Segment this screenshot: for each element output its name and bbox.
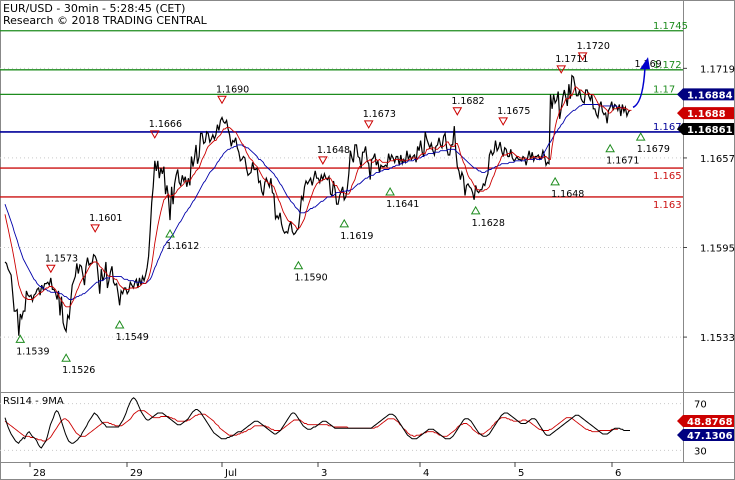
pivot-label: 1.1539 xyxy=(16,346,49,357)
pivot-label: 1.1641 xyxy=(386,199,419,210)
resistance-marker xyxy=(363,120,374,129)
pivot-label: 1.1666 xyxy=(149,119,182,130)
pivot-label: 1.1673 xyxy=(363,109,396,120)
support-marker xyxy=(165,228,175,238)
support-marker xyxy=(114,319,125,329)
price-badge-label: 1.1688 xyxy=(687,109,726,120)
level-label: 1.163 xyxy=(653,200,682,211)
resistance-marker xyxy=(90,224,101,233)
resistance-marker xyxy=(452,107,463,116)
rsi-tick-label: 30 xyxy=(694,446,707,457)
pivot-label: 1.1573 xyxy=(45,253,78,264)
pivot-label: 1.1526 xyxy=(62,365,95,376)
pivot-label: 1.1619 xyxy=(340,231,373,242)
rsi-badge-label: 47.1306 xyxy=(687,431,733,442)
level-label: 1.165 xyxy=(653,171,682,182)
pivot-label: 1.1711 xyxy=(555,54,588,65)
y-tick-label: 1.1657 xyxy=(700,154,735,165)
rsi-series xyxy=(4,397,630,449)
support-marker xyxy=(635,132,646,141)
rsi-tick-label: 70 xyxy=(694,400,707,411)
level-label: 1.1745 xyxy=(653,21,688,32)
pivot-label: 1.1679 xyxy=(637,144,670,155)
pivot-label: 1.1675 xyxy=(497,106,530,117)
price-series xyxy=(4,74,631,336)
price-badge-label: 1.16861 xyxy=(687,125,733,136)
pivot-label: 1.1648 xyxy=(317,145,350,156)
support-marker xyxy=(15,334,26,343)
price-chart: 28 29 Jul 3 4 5 6 1.1719 1.1657 1.1595 1.1533 70 30 R… xyxy=(0,0,735,480)
y-tick-label: 1.1595 xyxy=(700,244,735,255)
x-tick-label: 28 xyxy=(33,468,46,479)
rsi-panel-title: RSI14 - 9MA xyxy=(3,396,64,407)
support-marker xyxy=(293,260,304,270)
pivot-label: 1.1671 xyxy=(606,156,639,167)
level-label: 1.17 xyxy=(653,84,675,95)
pivot-label: 1.1601 xyxy=(89,213,122,224)
x-tick-label: 5 xyxy=(518,468,524,479)
x-tick-label: 3 xyxy=(321,468,327,479)
y-tick-label: 1.1533 xyxy=(700,333,735,344)
resistance-marker xyxy=(498,117,509,126)
x-tick-label: 4 xyxy=(423,468,429,479)
resistance-marker xyxy=(217,95,227,105)
pivot-label: 1.1628 xyxy=(472,218,505,229)
x-tick-label: Jul xyxy=(224,468,237,479)
support-marker xyxy=(385,187,395,196)
support-marker xyxy=(470,205,481,215)
pivot-label: 1.1682 xyxy=(451,96,484,107)
pivot-label: 1.1720 xyxy=(577,41,610,52)
x-tick-label: 6 xyxy=(615,468,621,479)
pivot-label: 1.1648 xyxy=(551,189,584,200)
support-marker xyxy=(605,143,615,153)
pivot-label: 1.1549 xyxy=(116,332,149,343)
pivot-label: 1.1590 xyxy=(294,273,327,284)
support-marker xyxy=(339,218,350,228)
forecast-arrow-shaft xyxy=(632,67,646,109)
support-marker xyxy=(550,176,560,186)
support-marker xyxy=(61,353,71,362)
chart-window: EUR/USD - 30min - 5:28:45 (CET) Research… xyxy=(0,0,735,480)
pivot-label: 1.1612 xyxy=(166,241,199,252)
rsi-badge-label: 48.8768 xyxy=(687,417,733,428)
price-badge-label: 1.16884 xyxy=(687,90,733,101)
pivot-label: 1.1690 xyxy=(216,84,249,95)
resistance-marker xyxy=(45,264,56,274)
y-tick-label: 1.1719 xyxy=(700,64,735,75)
x-tick-label: 29 xyxy=(130,468,143,479)
